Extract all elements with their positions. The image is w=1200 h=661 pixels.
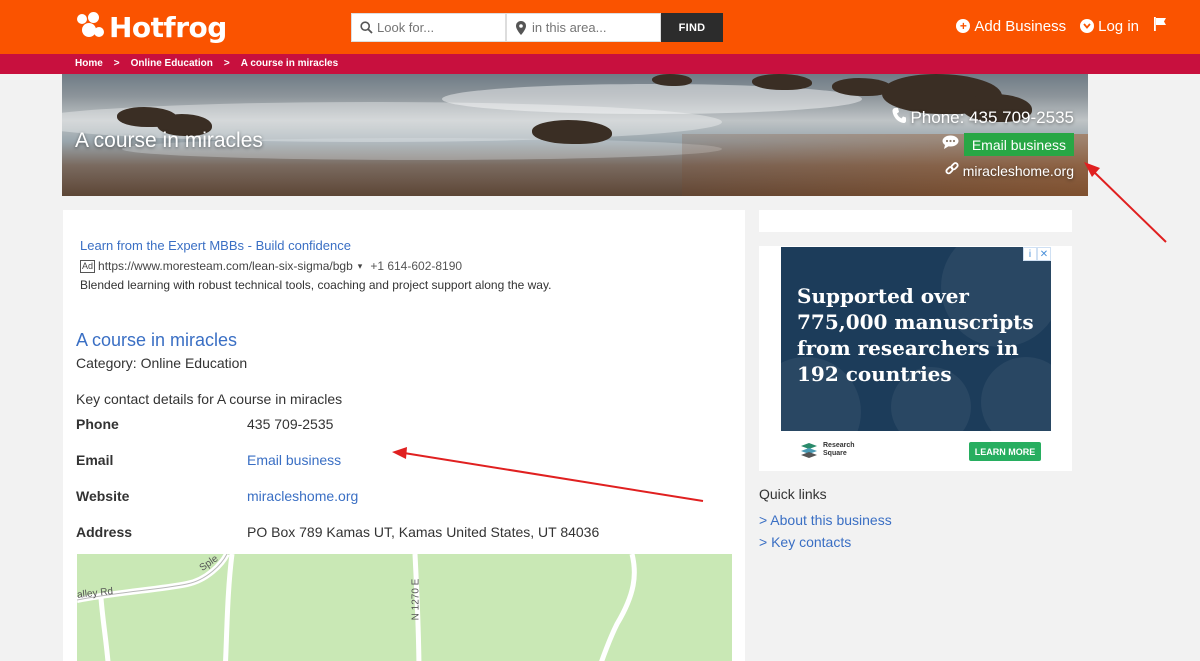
ad-banner-headline: Supported over 775,000 manuscripts from … [797, 284, 1034, 386]
ad-url-row: Ad https://www.moresteam.com/lean-six-si… [80, 259, 462, 273]
email-business-button[interactable]: Email business [963, 133, 1074, 156]
business-card: Learn from the Expert MBBs - Build confi… [63, 210, 745, 661]
key-contacts-heading: Key contact details for A course in mira… [76, 391, 343, 407]
breadcrumb: Home > Online Education > A course in mi… [75, 58, 338, 69]
plus-circle-icon: + [956, 19, 971, 33]
email-business-link[interactable]: Email business [247, 452, 341, 468]
hero-banner: A course in miracles Phone: 435 709-2535… [62, 74, 1088, 196]
flag-icon [1153, 17, 1167, 35]
close-icon[interactable]: ✕ [1037, 247, 1051, 261]
detail-label: Phone [76, 416, 119, 432]
hero-website-link[interactable]: miracleshome.org [945, 162, 1074, 179]
research-square-logo: Research Square [799, 442, 855, 458]
ad-footer: Research Square LEARN MORE [781, 436, 1051, 466]
ad-badge: Ad [80, 259, 96, 273]
ad-url[interactable]: https://www.moresteam.com/lean-six-sigma… [98, 259, 353, 273]
detail-row-website: Website miracleshome.org [76, 488, 358, 504]
header-nav: + Add Business Log in [942, 17, 1200, 35]
phone-icon [892, 107, 907, 128]
quick-link-about[interactable]: > About this business [759, 512, 892, 528]
frog-logo-icon [75, 12, 105, 42]
hero-phone[interactable]: Phone: 435 709-2535 [892, 107, 1074, 128]
breadcrumb-online-education[interactable]: Online Education [131, 58, 213, 69]
detail-row-address: Address PO Box 789 Kamas UT, Kamas Unite… [76, 524, 599, 540]
business-category: Category: Online Education [76, 355, 248, 371]
location-field[interactable] [506, 13, 661, 42]
detail-label: Email [76, 452, 114, 468]
ad-banner[interactable]: Supported over 775,000 manuscripts from … [781, 247, 1051, 431]
ad-dropdown-icon[interactable]: ▾ [358, 261, 363, 272]
location-pin-icon [512, 20, 530, 35]
business-name[interactable]: A course in miracles [76, 330, 237, 351]
ad-headline-link[interactable]: Learn from the Expert MBBs - Build confi… [80, 238, 351, 253]
breadcrumb-current[interactable]: A course in miracles [241, 58, 338, 69]
location-input[interactable] [532, 14, 657, 41]
sidebar-blank-panel [759, 210, 1072, 232]
detail-row-email: Email Email business [76, 452, 341, 468]
detail-label: Website [76, 488, 130, 504]
ad-description: Blended learning with robust technical t… [80, 278, 552, 292]
annotation-arrow-line [1091, 169, 1167, 243]
find-button[interactable]: FIND [661, 13, 723, 42]
sidebar-ad[interactable]: Supported over 775,000 manuscripts from … [759, 246, 1072, 471]
hero-email-row: Email business [942, 133, 1074, 156]
search-input[interactable] [377, 14, 502, 41]
learn-more-button[interactable]: LEARN MORE [969, 442, 1041, 461]
website-link[interactable]: miracleshome.org [247, 488, 358, 504]
brand-line: Research [823, 442, 855, 449]
logo-text: Hotfrog [109, 10, 227, 44]
breadcrumb-bar: Home > Online Education > A course in mi… [0, 54, 1200, 74]
hero-phone-text: Phone: 435 709-2535 [910, 107, 1074, 127]
quick-link-key-contacts[interactable]: > Key contacts [759, 534, 851, 550]
info-icon[interactable]: i [1023, 247, 1037, 261]
hotfrog-logo[interactable]: Hotfrog [75, 9, 227, 45]
detail-label: Address [76, 524, 133, 540]
flag-button[interactable] [1153, 17, 1167, 35]
top-header: Hotfrog FIND + Add Business Log in [0, 0, 1200, 54]
ad-phone[interactable]: +1 614-602-8190 [370, 259, 462, 273]
research-square-icon [801, 443, 817, 458]
search-icon [357, 21, 375, 34]
breadcrumb-separator: > [223, 58, 230, 69]
location-map[interactable]: Sple alley Rd N 1270 E [77, 554, 732, 661]
address-value: PO Box 789 Kamas UT, Kamas United States… [247, 524, 600, 540]
search-field[interactable] [351, 13, 506, 42]
brand-line: Square [823, 450, 847, 457]
breadcrumb-separator: > [113, 58, 120, 69]
rock-image [532, 120, 612, 144]
ad-choices[interactable]: i ✕ [1023, 247, 1051, 261]
login-label: Log in [1098, 17, 1139, 35]
link-icon [945, 162, 959, 179]
chat-bubble-icon [942, 135, 959, 154]
chevron-down-circle-icon [1080, 19, 1095, 33]
map-roads [77, 554, 637, 661]
rock-image [652, 74, 692, 86]
hero-website-text: miracleshome.org [962, 162, 1074, 179]
search-bar: FIND [351, 13, 723, 42]
add-business-label: Add Business [974, 17, 1067, 35]
phone-value: 435 709-2535 [247, 416, 334, 432]
map-road-label: N 1270 E [410, 578, 422, 621]
detail-row-phone: Phone 435 709-2535 [76, 416, 333, 432]
login-link[interactable]: Log in [1080, 18, 1139, 35]
rock-image [752, 74, 812, 90]
breadcrumb-home[interactable]: Home [75, 58, 103, 69]
add-business-link[interactable]: + Add Business [956, 18, 1066, 35]
quick-links-title: Quick links [759, 486, 827, 502]
hero-title: A course in miracles [75, 129, 263, 152]
